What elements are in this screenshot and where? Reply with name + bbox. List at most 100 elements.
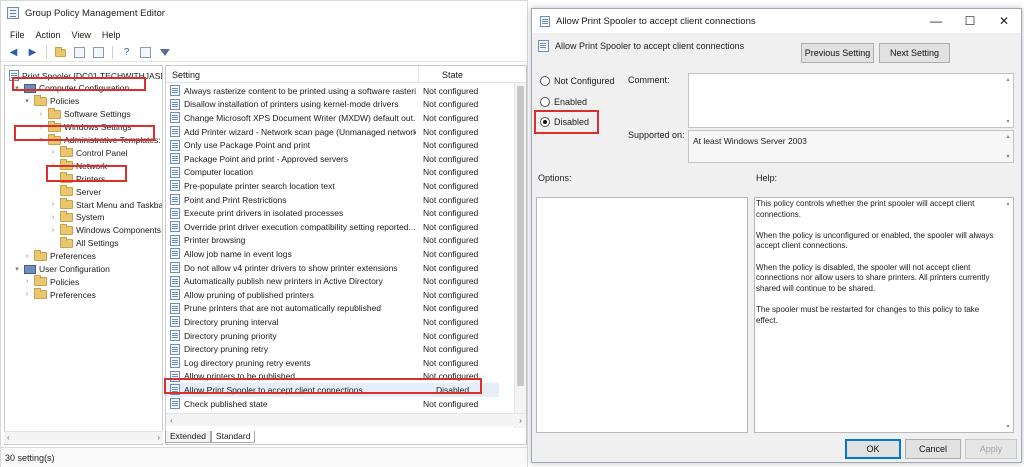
table-row[interactable]: Pre-populate printer search location tex… [166, 179, 499, 193]
table-row[interactable]: Only use Package Point and print Not conf… [166, 138, 499, 152]
menu-help[interactable]: Help [102, 30, 121, 40]
table-row[interactable]: Directory pruning priority Not configured [166, 329, 499, 343]
previous-setting-button[interactable]: Previous Setting [801, 43, 874, 63]
tree-horizontal-scrollbar[interactable]: ‹ › [4, 431, 163, 443]
expanded-chevron-icon[interactable]: ▾ [13, 265, 21, 273]
folder-icon [48, 107, 61, 119]
radio-not-configured-circle[interactable] [540, 76, 550, 86]
tree-item[interactable]: › Preferences [23, 249, 96, 263]
table-row[interactable]: Printer browsing Not configured [166, 234, 499, 248]
collapsed-chevron-icon[interactable]: › [23, 291, 31, 298]
collapsed-chevron-icon[interactable]: › [23, 253, 31, 260]
table-row[interactable]: Point and Print Restrictions Not configur… [166, 193, 499, 207]
export-list-icon[interactable] [91, 46, 106, 60]
table-row[interactable]: Add Printer wizard - Network scan page (… [166, 125, 499, 139]
tree-item[interactable]: › Control Panel [49, 146, 128, 159]
scroll-left-icon[interactable]: ‹ [170, 415, 173, 425]
maximize-icon[interactable]: ☐ [954, 9, 986, 33]
policy-setting-icon [170, 275, 180, 287]
cancel-button[interactable]: Cancel [905, 439, 961, 459]
scroll-left-icon[interactable]: ‹ [7, 433, 10, 442]
forward-arrow-icon[interactable]: ▶ [25, 46, 40, 60]
table-row[interactable]: Do not allow v4 printer drivers to show … [166, 261, 499, 275]
collapsed-chevron-icon[interactable]: › [37, 111, 45, 118]
tree-item-label: Software Settings [64, 109, 131, 120]
table-row[interactable]: Override print driver execution compatib… [166, 220, 499, 234]
tree-item[interactable]: ▾ Policies [23, 94, 80, 108]
up-folder-icon[interactable] [53, 46, 68, 60]
help-icon[interactable]: ? [119, 46, 134, 60]
radio-enabled[interactable]: Enabled [540, 95, 587, 109]
menu-file[interactable]: File [10, 30, 25, 40]
supported-scrollbar[interactable]: ▴ ▾ [1003, 131, 1013, 162]
table-row[interactable]: Automatically publish new printers in Ac… [166, 274, 499, 288]
highlight-selected-setting [164, 378, 482, 394]
setting-name-cell: Directory pruning retry [184, 344, 269, 355]
table-row[interactable]: Allow pruning of published printers Not c… [166, 288, 499, 302]
help-scrollbar[interactable]: ▴ ▾ [1003, 198, 1013, 432]
table-row[interactable]: Directory pruning retry Not configured [166, 342, 499, 356]
radio-not-configured[interactable]: Not Configured [540, 74, 615, 88]
comment-textarea[interactable]: ▴ ▾ [688, 73, 1014, 128]
tree-item[interactable]: ▾ User Configuration [13, 263, 110, 276]
table-row[interactable]: Computer location Not configured [166, 166, 499, 180]
toolbar: ◀ ▶ ? [1, 44, 527, 62]
table-row[interactable]: Check published state Not configured [166, 397, 499, 411]
collapsed-chevron-icon[interactable]: › [49, 227, 57, 234]
filter-icon[interactable] [157, 46, 172, 60]
properties-icon[interactable] [138, 46, 153, 60]
column-header-setting[interactable]: Setting [172, 70, 200, 80]
menu-view[interactable]: View [72, 30, 91, 40]
list-horizontal-scrollbar[interactable]: ‹ › [166, 413, 526, 426]
dialog-policy-icon [540, 15, 550, 27]
apply-button[interactable]: Apply [965, 439, 1017, 459]
list-vertical-scrollbar[interactable] [514, 83, 526, 428]
table-row[interactable]: Log directory pruning retry events Not co… [166, 356, 499, 370]
comment-scrollbar[interactable]: ▴ ▾ [1003, 74, 1013, 127]
setting-name-cell: Do not allow v4 printer drivers to show … [184, 262, 398, 273]
table-row[interactable]: Always rasterize content to be printed u… [166, 84, 499, 98]
tree-item-label: Policies [50, 96, 80, 107]
table-row[interactable]: Directory pruning interval Not configured [166, 315, 499, 329]
column-header-state[interactable]: State [442, 70, 463, 80]
menu-action[interactable]: Action [36, 30, 61, 40]
tree-item[interactable]: › Start Menu and Taskba [49, 198, 162, 211]
back-arrow-icon[interactable]: ◀ [6, 46, 21, 60]
collapsed-chevron-icon[interactable]: › [49, 201, 57, 208]
table-row[interactable]: Prune printers that are not automaticall… [166, 302, 499, 316]
options-panel [536, 197, 748, 433]
table-row[interactable]: Execute print drivers in isolated proces… [166, 206, 499, 220]
menu-bar: File Action View Help [1, 27, 527, 43]
folder-icon [34, 275, 47, 287]
tree-item[interactable]: All Settings [49, 236, 119, 250]
table-row[interactable]: Disallow installation of printers using … [166, 98, 499, 112]
comment-label: Comment: [628, 75, 670, 85]
setting-state-cell: Not configured [423, 235, 479, 246]
collapsed-chevron-icon[interactable]: › [49, 149, 57, 156]
setting-state-cell: Not configured [423, 398, 479, 409]
tab-extended[interactable]: Extended [165, 431, 211, 443]
radio-enabled-circle[interactable] [540, 97, 550, 107]
tree-item[interactable]: › Policies [23, 275, 79, 288]
scroll-right-icon[interactable]: › [157, 433, 160, 442]
expanded-chevron-icon[interactable]: ▾ [23, 97, 31, 105]
tree-item[interactable]: › Software Settings [37, 107, 131, 121]
show-hide-tree-icon[interactable] [72, 46, 87, 60]
tree-item[interactable]: Server [49, 185, 101, 198]
table-row[interactable]: Package Point and print - Approved serve… [166, 152, 499, 166]
minimize-icon[interactable]: — [920, 9, 952, 33]
policy-setting-icon [170, 234, 180, 246]
tab-standard[interactable]: Standard [210, 431, 256, 443]
table-row[interactable]: Allow job name in event logs Not configur… [166, 247, 499, 261]
table-row[interactable]: Change Microsoft XPS Document Writer (MX… [166, 111, 499, 125]
close-icon[interactable]: ✕ [988, 9, 1020, 33]
column-divider[interactable] [418, 66, 419, 83]
tree-item[interactable]: › Windows Components [49, 223, 161, 237]
collapsed-chevron-icon[interactable]: › [23, 278, 31, 285]
next-setting-button[interactable]: Next Setting [879, 43, 950, 63]
tree-item[interactable]: › Preferences [23, 288, 96, 301]
ok-button[interactable]: OK [845, 439, 901, 459]
tree-item[interactable]: › System [49, 210, 104, 224]
collapsed-chevron-icon[interactable]: › [49, 214, 57, 221]
scroll-right-icon[interactable]: › [519, 415, 522, 425]
